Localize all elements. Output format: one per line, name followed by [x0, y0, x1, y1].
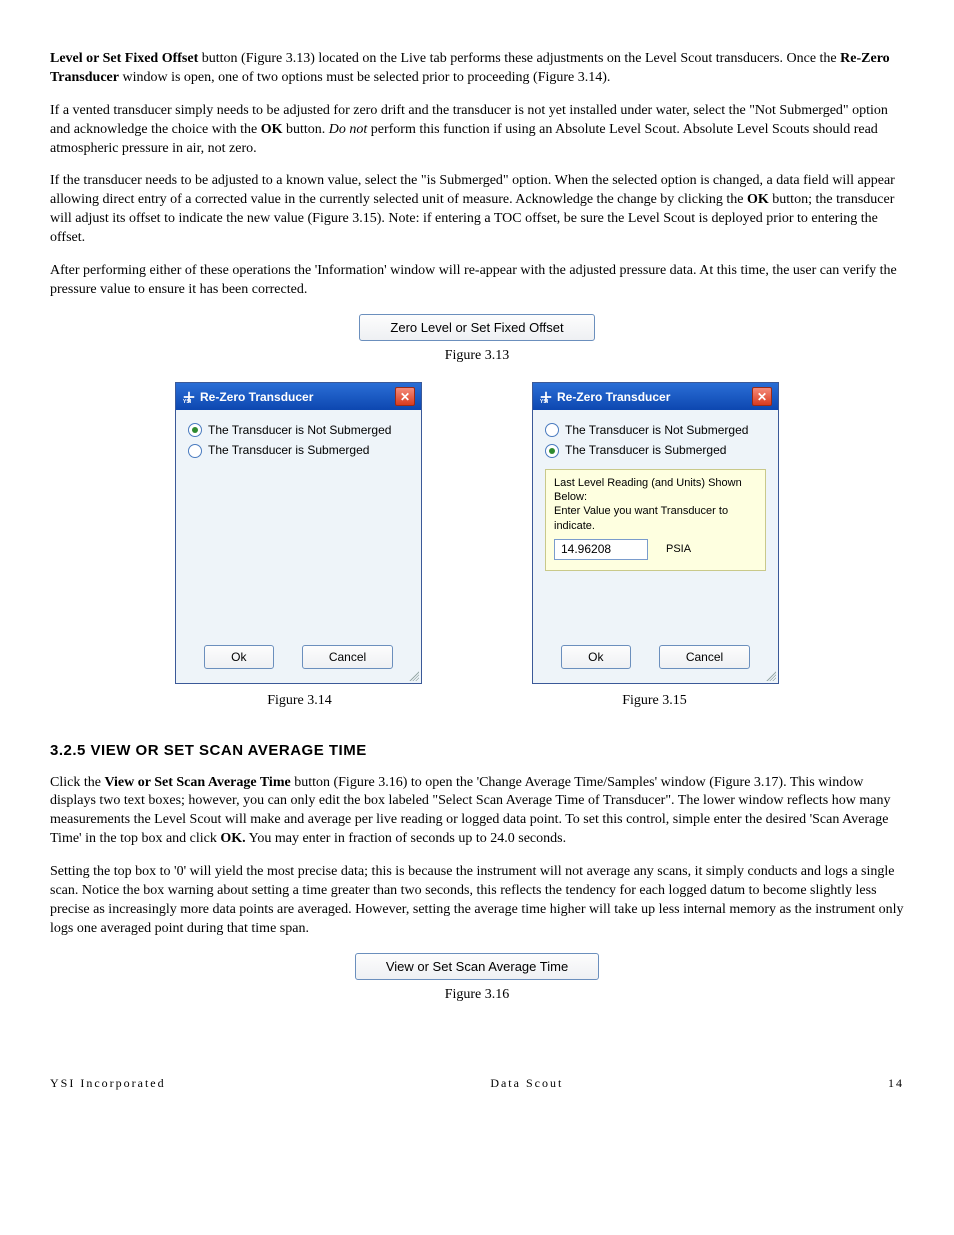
cancel-button[interactable]: Cancel	[659, 645, 750, 669]
dialog-button-row: Ok Cancel	[533, 645, 778, 683]
text: button.	[282, 122, 328, 137]
text: button (Figure 3.13) located on the Live…	[198, 51, 840, 66]
footer-right: 14	[888, 1075, 904, 1091]
cancel-button[interactable]: Cancel	[302, 645, 393, 669]
radio-label: The Transducer is Submerged	[565, 442, 726, 458]
close-button[interactable]: ✕	[752, 387, 772, 406]
radio-is-submerged[interactable]: The Transducer is Submerged	[188, 442, 409, 458]
info-line-1: Last Level Reading (and Units) Shown Bel…	[554, 476, 757, 505]
paragraph-4: After performing either of these operati…	[50, 262, 904, 300]
dialog-titlebar[interactable]: YSI Re-Zero Transducer ✕	[533, 383, 778, 410]
ok-button[interactable]: Ok	[561, 645, 631, 669]
paragraph-2: If a vented transducer simply needs to b…	[50, 102, 904, 159]
svg-text:YSI: YSI	[183, 399, 192, 404]
radio-icon	[545, 444, 559, 458]
resize-grip-icon[interactable]	[764, 669, 776, 681]
rezero-dialog-not-submerged: YSI Re-Zero Transducer ✕ The Transducer …	[175, 382, 422, 684]
text: Click the	[50, 775, 104, 790]
radio-icon	[188, 423, 202, 437]
close-button[interactable]: ✕	[395, 387, 415, 406]
units-label: PSIA	[666, 542, 691, 556]
close-icon: ✕	[400, 391, 410, 403]
text: window is open, one of two options must …	[119, 70, 610, 85]
page-footer: YSI Incorporated Data Scout 14	[50, 1075, 904, 1091]
bold-text: View or Set Scan Average Time	[104, 775, 290, 790]
radio-not-submerged[interactable]: The Transducer is Not Submerged	[188, 422, 409, 438]
close-icon: ✕	[757, 391, 767, 403]
dialog-body: The Transducer is Not Submerged The Tran…	[533, 410, 778, 645]
radio-label: The Transducer is Not Submerged	[565, 422, 748, 438]
dialog-titlebar[interactable]: YSI Re-Zero Transducer ✕	[176, 383, 421, 410]
bold-text: OK.	[220, 831, 245, 846]
footer-center: Data Scout	[490, 1075, 563, 1091]
radio-is-submerged[interactable]: The Transducer is Submerged	[545, 442, 766, 458]
paragraph-5: Click the View or Set Scan Average Time …	[50, 774, 904, 850]
bold-text: OK	[747, 192, 769, 207]
radio-label: The Transducer is Submerged	[208, 442, 369, 458]
dialog-button-row: Ok Cancel	[176, 645, 421, 683]
footer-left: YSI Incorporated	[50, 1075, 166, 1091]
svg-text:YSI: YSI	[540, 399, 549, 404]
bold-text: Level or Set Fixed Offset	[50, 51, 198, 66]
rezero-dialog-submerged: YSI Re-Zero Transducer ✕ The Transducer …	[532, 382, 779, 684]
figure-caption-315: Figure 3.15	[532, 692, 777, 711]
bold-text: OK	[261, 122, 283, 137]
zero-level-button[interactable]: Zero Level or Set Fixed Offset	[359, 314, 594, 342]
radio-label: The Transducer is Not Submerged	[208, 422, 391, 438]
value-input[interactable]: 14.96208	[554, 539, 648, 561]
dialog-title: Re-Zero Transducer	[200, 389, 313, 405]
info-line-2: Enter Value you want Transducer to indic…	[554, 504, 757, 533]
text: You may enter in fraction of seconds up …	[246, 831, 566, 846]
resize-grip-icon[interactable]	[407, 669, 419, 681]
figure-caption-313: Figure 3.13	[50, 347, 904, 366]
paragraph-1: Level or Set Fixed Offset button (Figure…	[50, 50, 904, 88]
scan-average-time-button[interactable]: View or Set Scan Average Time	[355, 953, 599, 981]
app-icon: YSI	[182, 390, 196, 404]
section-heading-325: 3.2.5 VIEW OR SET SCAN AVERAGE TIME	[50, 741, 904, 761]
italic-text: Do not	[329, 122, 368, 137]
ok-button[interactable]: Ok	[204, 645, 274, 669]
paragraph-6: Setting the top box to '0' will yield th…	[50, 863, 904, 939]
info-panel: Last Level Reading (and Units) Shown Bel…	[545, 469, 766, 572]
figure-caption-314: Figure 3.14	[177, 692, 422, 711]
dialog-title: Re-Zero Transducer	[557, 389, 670, 405]
figure-caption-316: Figure 3.16	[50, 986, 904, 1005]
paragraph-3: If the transducer needs to be adjusted t…	[50, 172, 904, 248]
dialog-body: The Transducer is Not Submerged The Tran…	[176, 410, 421, 645]
radio-not-submerged[interactable]: The Transducer is Not Submerged	[545, 422, 766, 438]
radio-icon	[188, 444, 202, 458]
app-icon: YSI	[539, 390, 553, 404]
radio-icon	[545, 423, 559, 437]
